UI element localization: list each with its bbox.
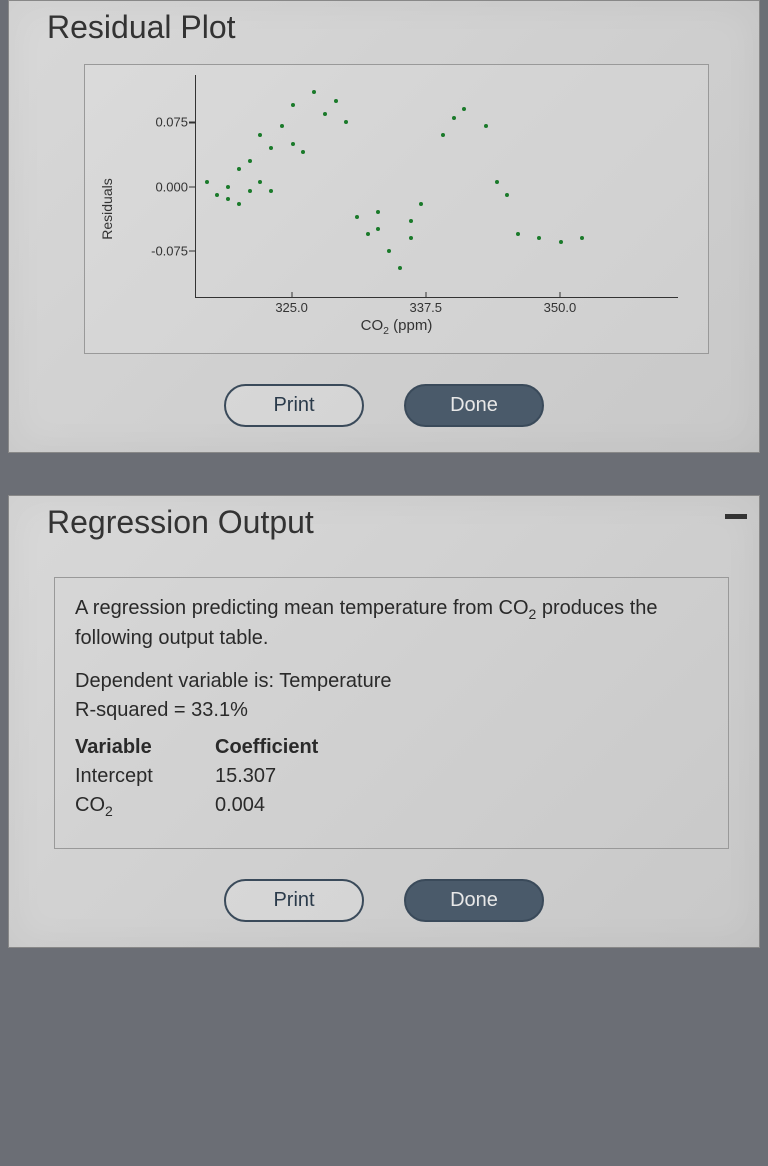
regression-output-title: Regression Output — [9, 496, 759, 559]
done-button[interactable]: Done — [404, 879, 544, 922]
scatter-point — [419, 202, 423, 206]
done-button[interactable]: Done — [404, 384, 544, 427]
y-tick-label: 0.000 — [140, 179, 188, 194]
scatter-point — [248, 189, 252, 193]
cell-co2-coef: 0.004 — [215, 791, 265, 821]
y-axis-label: Residuals — [99, 178, 115, 239]
section-gap — [0, 473, 768, 495]
x-tick-label: 325.0 — [275, 300, 308, 315]
r-squared-line: R-squared = 33.1% — [75, 696, 708, 725]
scatter-point — [376, 227, 380, 231]
scatter-point — [495, 180, 499, 184]
y-tick-label: -0.075 — [140, 243, 188, 258]
scatter-point — [226, 185, 230, 189]
scatter-point — [237, 167, 241, 171]
scatter-point — [462, 107, 466, 111]
print-button[interactable]: Print — [224, 879, 364, 922]
scatter-point — [366, 232, 370, 236]
scatter-point — [398, 266, 402, 270]
scatter-point — [516, 232, 520, 236]
scatter-point — [409, 236, 413, 240]
regression-output-box: A regression predicting mean temperature… — [54, 577, 729, 849]
scatter-point — [355, 215, 359, 219]
scatter-point — [215, 193, 219, 197]
regression-intro-text: A regression predicting mean temperature… — [75, 594, 708, 653]
table-row: Intercept 15.307 — [75, 762, 708, 791]
scatter-point — [205, 180, 209, 184]
scatter-point — [258, 133, 262, 137]
scatter-point — [334, 99, 338, 103]
scatter-point — [291, 103, 295, 107]
scatter-point — [291, 142, 295, 146]
scatter-point — [505, 193, 509, 197]
scatter-point — [323, 112, 327, 116]
x-tick-label: 337.5 — [409, 300, 442, 315]
header-variable: Variable — [75, 733, 215, 762]
scatter-point — [484, 124, 488, 128]
scatter-point — [258, 180, 262, 184]
scatter-point — [226, 197, 230, 201]
scatter-point — [301, 150, 305, 154]
dependent-variable-line: Dependent variable is: Temperature — [75, 667, 708, 696]
regression-output-card: Regression Output A regression predictin… — [8, 495, 760, 948]
scatter-point — [409, 219, 413, 223]
cell-intercept-coef: 15.307 — [215, 762, 276, 791]
header-coefficient: Coefficient — [215, 733, 318, 762]
residual-plot-title: Residual Plot — [9, 1, 759, 64]
scatter-point — [452, 116, 456, 120]
scatter-point — [387, 249, 391, 253]
scatter-point — [537, 236, 541, 240]
scatter-point — [312, 90, 316, 94]
x-axis-label: CO2 (ppm) — [361, 317, 433, 337]
coefficient-table: Variable Coefficient Intercept 15.307 CO… — [75, 733, 708, 821]
print-button[interactable]: Print — [224, 384, 364, 427]
scatter-point — [376, 210, 380, 214]
scatter-point — [269, 189, 273, 193]
scatter-point — [269, 146, 273, 150]
table-header-row: Variable Coefficient — [75, 733, 708, 762]
plot-button-row: Print Done — [9, 384, 759, 427]
output-button-row: Print Done — [9, 879, 759, 922]
cell-co2-label: CO2 — [75, 791, 215, 821]
scatter-point — [237, 202, 241, 206]
y-tick-label: 0.075 — [140, 115, 188, 130]
scatter-point — [580, 236, 584, 240]
residual-plot-card: Residual Plot Residuals CO2 (ppm) -0.075… — [8, 0, 760, 453]
scatter-point — [280, 124, 284, 128]
residual-scatter-plot: Residuals CO2 (ppm) -0.075 0.000 0.075 325.… — [84, 64, 709, 354]
scatter-point — [344, 120, 348, 124]
cell-intercept-label: Intercept — [75, 762, 215, 791]
scatter-point — [441, 133, 445, 137]
table-row: CO2 0.004 — [75, 791, 708, 821]
scatter-point — [559, 240, 563, 244]
x-tick-label: 350.0 — [544, 300, 577, 315]
scatter-point — [248, 159, 252, 163]
minimize-icon[interactable] — [725, 514, 747, 519]
